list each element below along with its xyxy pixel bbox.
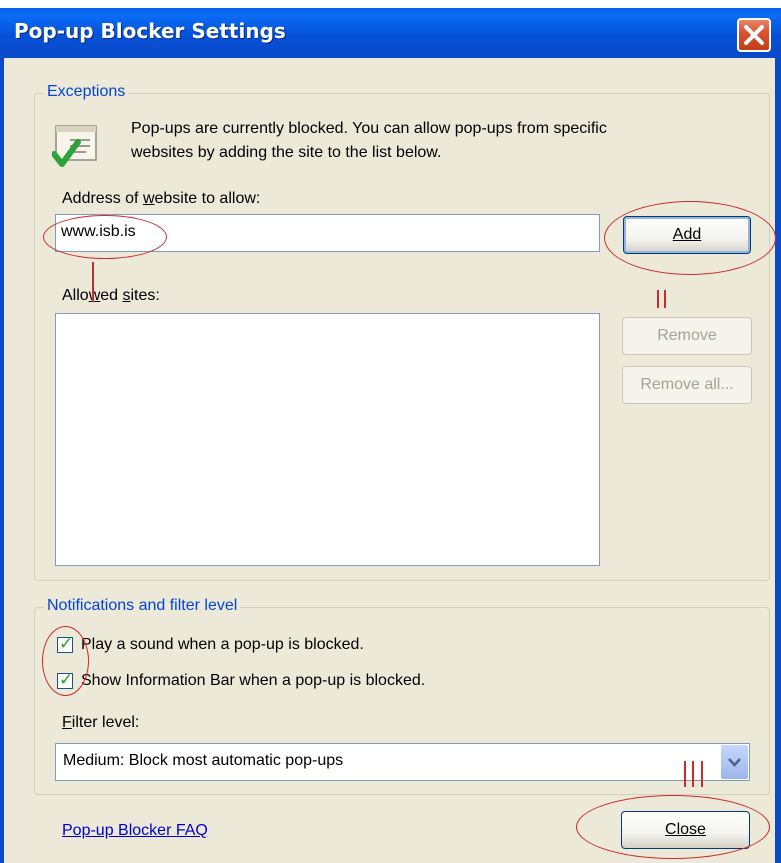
window-frame-right bbox=[775, 58, 781, 863]
annotation-mark-ii-1 bbox=[657, 290, 659, 308]
window-frame-left bbox=[0, 58, 4, 863]
allowed-sites-list[interactable] bbox=[55, 313, 600, 566]
filter-level-select[interactable]: Medium: Block most automatic pop-ups bbox=[55, 743, 750, 781]
info-icon bbox=[51, 120, 104, 176]
address-label: Address of website to allow: bbox=[62, 190, 261, 207]
notifications-legend: Notifications and filter level bbox=[44, 597, 241, 615]
filter-level-label: Filter level: bbox=[62, 714, 140, 731]
filter-level-value: Medium: Block most automatic pop-ups bbox=[63, 752, 344, 769]
info-text-line1: Pop-ups are currently blocked. You can a… bbox=[131, 120, 607, 137]
exceptions-legend: Exceptions bbox=[44, 83, 129, 101]
window-title: Pop-up Blocker Settings bbox=[14, 19, 286, 43]
annotation-mark-ii-2 bbox=[664, 290, 666, 308]
dropdown-arrow-button[interactable] bbox=[721, 745, 748, 779]
annotation-circle-address bbox=[43, 215, 167, 259]
popup-blocker-faq-link[interactable]: Pop-up Blocker FAQ bbox=[62, 820, 208, 842]
annotation-mark-iii-2 bbox=[692, 761, 694, 787]
info-bar-label[interactable]: Show Information Bar when a pop-up is bl… bbox=[81, 670, 425, 692]
chevron-down-icon bbox=[728, 758, 741, 767]
info-text-line2: websites by adding the site to the list … bbox=[131, 144, 442, 161]
remove-button-label: Remove bbox=[657, 327, 717, 344]
close-window-button[interactable] bbox=[737, 18, 771, 52]
play-sound-label[interactable]: Play a sound when a pop-up is blocked. bbox=[81, 634, 364, 656]
annotation-circle-add bbox=[604, 201, 776, 275]
close-x-icon bbox=[744, 25, 764, 45]
remove-button[interactable]: Remove bbox=[622, 317, 752, 355]
remove-all-button-label: Remove all... bbox=[640, 376, 734, 393]
annotation-mark-iii-3 bbox=[701, 761, 703, 787]
allowed-sites-label: Allowed sites: bbox=[62, 287, 160, 304]
annotation-mark-i bbox=[92, 262, 94, 302]
remove-all-button[interactable]: Remove all... bbox=[622, 366, 752, 404]
title-bar: Pop-up Blocker Settings bbox=[0, 8, 781, 58]
annotation-mark-iii-1 bbox=[684, 761, 686, 787]
annotation-circle-checkboxes bbox=[42, 626, 89, 696]
annotation-circle-close bbox=[576, 795, 770, 859]
